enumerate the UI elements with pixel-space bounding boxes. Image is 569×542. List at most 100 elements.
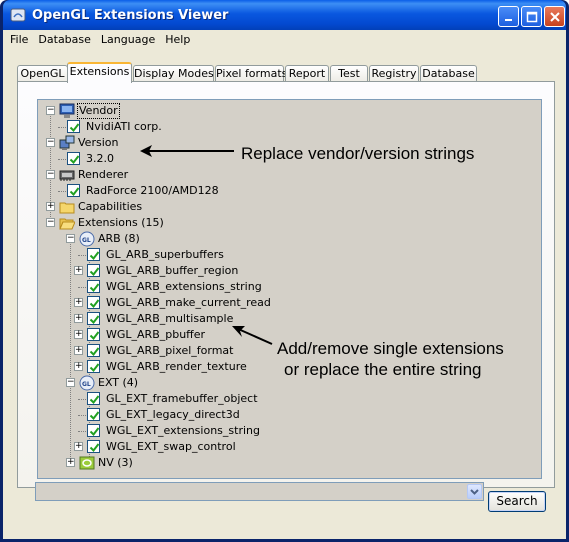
tree-node-group-2[interactable]: + NV (3)	[38, 455, 538, 471]
search-combobox[interactable]	[35, 482, 484, 501]
tab-test[interactable]: Test	[330, 65, 368, 82]
tree-leaf-extension[interactable]: + WGL_ARB_buffer_region	[38, 263, 538, 279]
menu-file[interactable]: File	[5, 31, 33, 48]
tree-guide-line	[78, 255, 86, 256]
checkbox-checked[interactable]	[87, 296, 100, 309]
tree-leaf-extension[interactable]: WGL_ARB_extensions_string	[38, 279, 538, 295]
check-icon	[89, 443, 100, 453]
tab-database[interactable]: Database	[420, 65, 477, 82]
checkbox-checked[interactable]	[87, 392, 100, 405]
tree-leaf-vendor-value[interactable]: NvidiATI corp.	[38, 119, 538, 135]
tab-display-modes[interactable]: Display Modes	[133, 65, 214, 82]
tree-leaf-label: WGL_EXT_swap_control	[106, 440, 236, 453]
tree-node-label: EXT (4)	[98, 376, 139, 389]
expand-plus-icon[interactable]: +	[74, 442, 83, 451]
check-icon	[89, 411, 100, 421]
nvidia-icon	[79, 455, 95, 474]
check-icon	[89, 331, 100, 341]
check-icon	[69, 187, 80, 197]
expand-plus-icon[interactable]: +	[74, 266, 83, 275]
checkbox-checked[interactable]	[87, 440, 100, 453]
tree-leaf-extension[interactable]: GL_EXT_framebuffer_object	[38, 391, 538, 407]
tab-registry[interactable]: Registry	[369, 65, 419, 82]
tree-leaf-extension[interactable]: + WGL_ARB_multisample	[38, 311, 538, 327]
tree-leaf-label: WGL_ARB_pbuffer	[106, 328, 206, 341]
checkbox-checked[interactable]	[67, 152, 80, 165]
tree-leaf-label: GL_EXT_legacy_direct3d	[106, 408, 240, 421]
collapse-minus-icon[interactable]: −	[46, 106, 55, 115]
checkbox-checked[interactable]	[87, 424, 100, 437]
tree-guide-line	[58, 191, 66, 192]
tree-node-capabilities[interactable]: + Capabilities	[38, 199, 538, 215]
collapse-minus-icon[interactable]: −	[66, 378, 75, 387]
expand-plus-icon[interactable]: +	[74, 362, 83, 371]
expand-plus-icon[interactable]: +	[74, 314, 83, 323]
tree-leaf-extension[interactable]: GL_ARB_superbuffers	[38, 247, 538, 263]
tree-leaf-renderer-value[interactable]: RadForce 2100/AMD128	[38, 183, 538, 199]
close-icon	[550, 12, 560, 22]
expand-plus-icon[interactable]: +	[74, 330, 83, 339]
tree-guide-line	[78, 431, 86, 432]
tree-node-extensions[interactable]: − Extensions (15)	[38, 215, 538, 231]
checkbox-checked[interactable]	[87, 344, 100, 357]
svg-text:GL: GL	[82, 237, 91, 244]
check-icon	[69, 123, 80, 133]
tree-leaf-label: WGL_ARB_render_texture	[106, 360, 247, 373]
checkbox-checked[interactable]	[87, 280, 100, 293]
collapse-minus-icon[interactable]: −	[66, 234, 75, 243]
checkbox-checked[interactable]	[87, 248, 100, 261]
tree-guide-line	[58, 127, 66, 128]
expand-plus-icon[interactable]: +	[74, 346, 83, 355]
expand-plus-icon[interactable]: +	[46, 202, 55, 211]
checkbox-checked[interactable]	[87, 408, 100, 421]
tab-report[interactable]: Report	[285, 65, 329, 82]
tab-opengl[interactable]: OpenGL	[17, 65, 68, 82]
tree-guide-line	[78, 399, 86, 400]
tree-leaf-extension[interactable]: GL_EXT_legacy_direct3d	[38, 407, 538, 423]
expand-plus-icon[interactable]: +	[74, 298, 83, 307]
menu-database[interactable]: Database	[33, 31, 96, 48]
menu-help[interactable]: Help	[160, 31, 195, 48]
checkbox-checked[interactable]	[87, 264, 100, 277]
tree-leaf-extension[interactable]: WGL_EXT_extensions_string	[38, 423, 538, 439]
checkbox-checked[interactable]	[87, 312, 100, 325]
minimize-button[interactable]	[498, 6, 519, 27]
checkbox-checked[interactable]	[87, 360, 100, 373]
arrow-up-left-icon	[232, 326, 273, 345]
annotation-vendor-version: Replace vendor/version strings	[241, 144, 475, 163]
annotation-extensions-line2: or replace the entire string	[284, 360, 482, 379]
tree-node-group-0[interactable]: − GL ARB (8)	[38, 231, 538, 247]
checkbox-checked[interactable]	[67, 120, 80, 133]
tree-node-label: NV (3)	[98, 456, 133, 469]
tab-pixel-formats[interactable]: Pixel formats	[215, 65, 287, 82]
annotation-extensions-line1: Add/remove single extensions	[277, 339, 504, 358]
title-bar[interactable]: OpenGL Extensions Viewer	[3, 0, 566, 30]
close-button[interactable]	[544, 6, 565, 27]
tree-node-label: Extensions (15)	[78, 216, 164, 229]
chevron-down-icon	[470, 489, 479, 495]
tree-leaf-label: RadForce 2100/AMD128	[86, 184, 219, 197]
checkbox-checked[interactable]	[67, 184, 80, 197]
tree-leaf-extension[interactable]: + WGL_EXT_swap_control	[38, 439, 538, 455]
combobox-dropdown-button[interactable]	[467, 484, 482, 499]
collapse-minus-icon[interactable]: −	[46, 170, 55, 179]
collapse-minus-icon[interactable]: −	[46, 218, 55, 227]
tree-node-renderer[interactable]: − Renderer	[38, 167, 538, 183]
tree-node-vendor[interactable]: − Vendor	[38, 103, 538, 119]
check-icon	[89, 427, 100, 437]
menu-language[interactable]: Language	[96, 31, 160, 48]
tree-leaf-label: WGL_ARB_make_current_read	[106, 296, 271, 309]
tree-leaf-extension[interactable]: + WGL_ARB_make_current_read	[38, 295, 538, 311]
tab-extensions[interactable]: Extensions	[67, 62, 132, 83]
maximize-button[interactable]	[521, 6, 542, 27]
checkbox-checked[interactable]	[87, 328, 100, 341]
tree-leaf-label: WGL_ARB_multisample	[106, 312, 234, 325]
tree-node-label: ARB (8)	[98, 232, 140, 245]
tree-guide-line	[78, 287, 86, 288]
collapse-minus-icon[interactable]: −	[46, 138, 55, 147]
search-button[interactable]: Search	[488, 491, 546, 512]
tree-guide-line	[78, 415, 86, 416]
expand-plus-icon[interactable]: +	[66, 458, 75, 467]
tree-leaf-label: GL_EXT_framebuffer_object	[106, 392, 258, 405]
check-icon	[69, 155, 80, 165]
